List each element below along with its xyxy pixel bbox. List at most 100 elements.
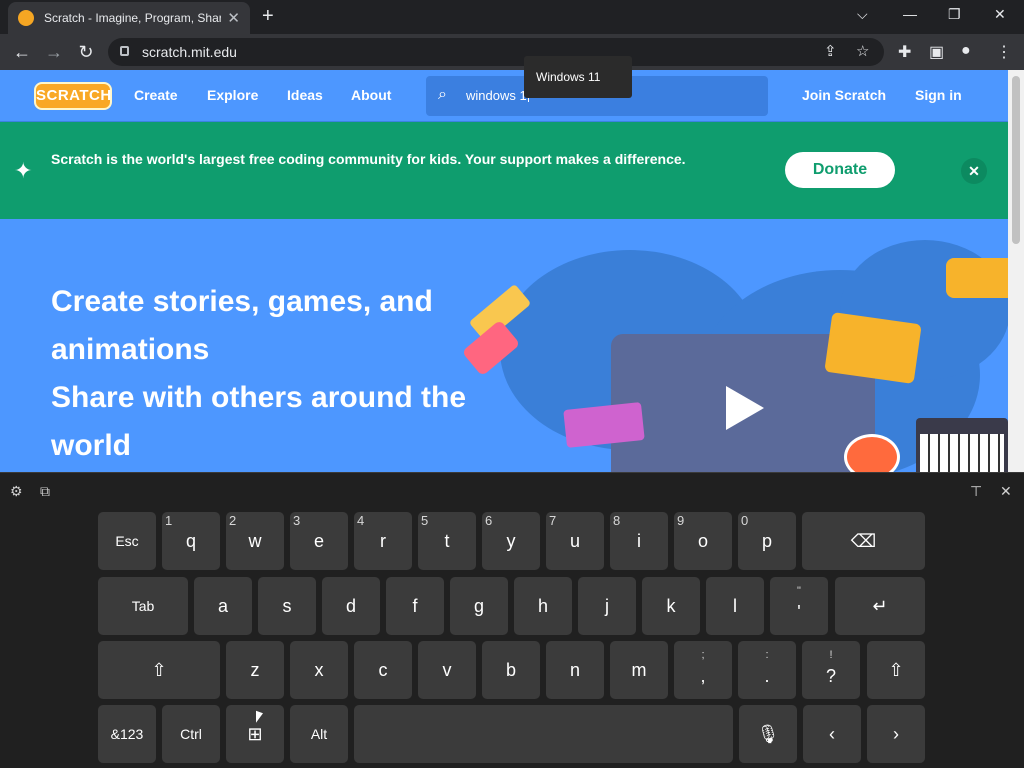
space-key[interactable]	[354, 705, 733, 763]
restore-icon[interactable]: ❐	[948, 6, 961, 23]
bookmark-star-icon[interactable]: ☆	[856, 42, 869, 60]
search-input-value: windows 1	[466, 88, 527, 103]
key-label: g	[473, 595, 484, 616]
key-label: '	[797, 601, 801, 622]
tab-close-icon[interactable]: ✕	[227, 9, 240, 27]
key-i[interactable]: 8i	[610, 512, 668, 570]
key-label: u	[569, 530, 580, 551]
key-label: p	[761, 530, 772, 551]
nav-ideas[interactable]: Ideas	[287, 87, 323, 103]
reload-icon[interactable]: ↻	[74, 40, 98, 64]
block-illustration	[563, 402, 645, 448]
key-t[interactable]: 5t	[418, 512, 476, 570]
microphone-key[interactable]: 🎙︎	[739, 705, 797, 763]
play-icon[interactable]	[726, 386, 764, 430]
share-icon[interactable]: ⇪	[824, 42, 837, 60]
arrow-left-key[interactable]: ‹	[803, 705, 861, 763]
ctrl-key[interactable]: Ctrl	[162, 705, 220, 763]
key-label: Tab	[131, 598, 155, 614]
banner-close-icon[interactable]: ✕	[961, 158, 987, 184]
search-suggestion-tooltip[interactable]: Windows 11	[524, 56, 632, 98]
nav-about[interactable]: About	[351, 87, 391, 103]
key-label: e	[313, 530, 324, 551]
key-k[interactable]: k	[642, 577, 700, 635]
key-label: d	[345, 595, 356, 616]
key-d[interactable]: d	[322, 577, 380, 635]
key-b[interactable]: b	[482, 641, 540, 699]
new-tab-icon[interactable]: +	[262, 6, 274, 26]
nav-create[interactable]: Create	[134, 87, 178, 103]
symbols-key[interactable]: &123	[98, 705, 156, 763]
extensions-icon[interactable]: ✚	[898, 42, 911, 62]
key-m[interactable]: m	[610, 641, 668, 699]
ctrl-key-label: Ctrl	[180, 726, 202, 742]
key-n[interactable]: n	[546, 641, 604, 699]
key-label: m	[631, 659, 647, 680]
windows-key[interactable]: ⊞	[226, 705, 284, 763]
key-u[interactable]: 7u	[546, 512, 604, 570]
nav-explore[interactable]: Explore	[207, 87, 258, 103]
keyboard-close-icon[interactable]: ✕	[1000, 483, 1012, 500]
key-o[interactable]: 9o	[674, 512, 732, 570]
chevron-right-icon: ›	[893, 723, 899, 744]
scrollbar-thumb[interactable]	[1012, 76, 1020, 244]
menu-icon[interactable]: ⋮	[996, 42, 1012, 62]
donate-button[interactable]: Donate	[785, 152, 895, 188]
back-icon[interactable]: ←	[10, 40, 34, 64]
browser-tab[interactable]: Scratch - Imagine, Program, Share ✕	[8, 2, 250, 34]
key-symbol-8[interactable]: :.	[738, 641, 796, 699]
page-scrollbar[interactable]	[1008, 70, 1024, 472]
key-w[interactable]: 2w	[226, 512, 284, 570]
key-r[interactable]: 4r	[354, 512, 412, 570]
touch-keyboard: ⚙ ⧉ ⊤ ✕ Esc 1 q 2 w 3 e 4 r 5 t 6 y 7 u 8 i 9 o 0 p Tab a s d f g…	[0, 472, 1024, 768]
key-y[interactable]: 6y	[482, 512, 540, 570]
key-label: i	[637, 530, 641, 551]
key-symbol-0[interactable]: Tab	[98, 577, 188, 635]
search-icon: ⌕	[438, 86, 447, 103]
block-illustration	[946, 258, 1008, 298]
alt-key-label: Alt	[310, 726, 328, 742]
key-e[interactable]: 3e	[290, 512, 348, 570]
scratch-logo[interactable]: SCRATCH	[34, 82, 112, 110]
key-g[interactable]: g	[450, 577, 508, 635]
minimize-icon[interactable]: —	[903, 6, 917, 22]
key-c[interactable]: c	[354, 641, 412, 699]
window-close-icon[interactable]: ✕	[994, 6, 1006, 23]
address-bar[interactable]: scratch.mit.edu ⇪ ☆	[108, 38, 884, 66]
backspace-key[interactable]: ⌫	[802, 512, 925, 570]
arrow-right-key[interactable]: ›	[867, 705, 925, 763]
key-a[interactable]: a	[194, 577, 252, 635]
key-symbol-10[interactable]: " '	[770, 577, 828, 635]
shift-right-key[interactable]: ⇧	[867, 641, 925, 699]
hero-line-2: Share with others around the world	[51, 381, 467, 462]
site-nav: SCRATCH Create Explore Ideas About ⌕ win…	[0, 70, 1008, 122]
profile-icon[interactable]: ●	[961, 42, 971, 60]
key-s[interactable]: s	[258, 577, 316, 635]
forward-icon[interactable]: →	[42, 40, 66, 64]
key-symbol-7[interactable]: ;,	[674, 641, 732, 699]
key-j[interactable]: j	[578, 577, 636, 635]
key-f[interactable]: f	[386, 577, 444, 635]
search-input[interactable]: windows 1	[466, 88, 529, 103]
key-l[interactable]: l	[706, 577, 764, 635]
key-symbol-0[interactable]: Esc	[98, 512, 156, 570]
join-scratch-link[interactable]: Join Scratch	[802, 87, 886, 103]
enter-key[interactable]: ↵	[835, 577, 925, 635]
key-z[interactable]: z	[226, 641, 284, 699]
shift-left-key[interactable]: ⇧	[98, 641, 220, 699]
key-v[interactable]: v	[418, 641, 476, 699]
key-p[interactable]: 0p	[738, 512, 796, 570]
sign-in-link[interactable]: Sign in	[915, 87, 962, 103]
key-q[interactable]: 1q	[162, 512, 220, 570]
key-h[interactable]: h	[514, 577, 572, 635]
alt-key[interactable]: Alt	[290, 705, 348, 763]
key-x[interactable]: x	[290, 641, 348, 699]
piano-illustration	[916, 418, 1008, 472]
hero-headline: Create stories, games, and animations Sh…	[51, 278, 521, 470]
tab-search-icon[interactable]: ⌵	[857, 6, 868, 23]
side-panel-icon[interactable]: ▣	[929, 42, 944, 62]
key-symbol-9[interactable]: !?	[802, 641, 860, 699]
keyboard-settings-icon[interactable]: ⚙	[10, 483, 23, 500]
keyboard-dock-icon[interactable]: ⊤	[970, 483, 982, 500]
emoji-panel-icon[interactable]: ⧉	[40, 483, 50, 500]
